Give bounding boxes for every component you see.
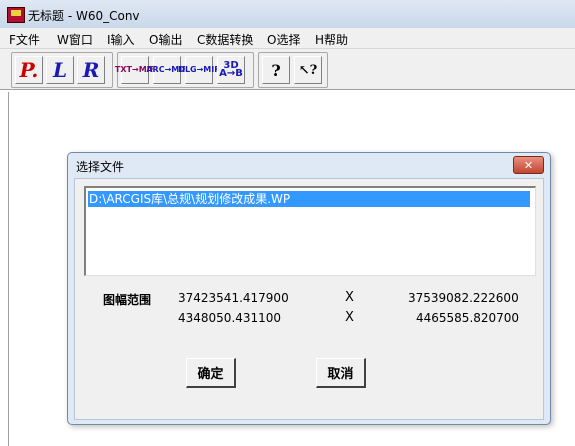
dlg-to-mif-button[interactable]: DLG→MIF	[178, 56, 220, 84]
range-xmin: 37423541.417900	[178, 291, 289, 305]
menu-select[interactable]: O选择	[267, 31, 300, 48]
dialog-body: D:\ARCGIS库\总规\规划修改成果.WP 图幅范围 37423541.41…	[74, 178, 544, 420]
list-item[interactable]: D:\ARCGIS库\总规\规划修改成果.WP	[88, 191, 530, 207]
window-title: 无标题 - W60_Conv	[28, 9, 140, 23]
range-separator: X	[345, 310, 354, 325]
toolbar-group-open: P. L R	[11, 52, 113, 88]
menu-input[interactable]: I输入	[107, 31, 135, 48]
range-xmax: 37539082.222600	[408, 291, 519, 305]
menu-bar: F文件 W窗口 I输入 O输出 C数据转换 O选择 H帮助	[0, 28, 575, 49]
toolbar-group-help: ? ↖?	[258, 52, 328, 88]
txt-to-mif-button[interactable]: TXT→MIF	[115, 56, 155, 84]
arc-to-mif-button[interactable]: ARC→MIF	[146, 56, 188, 84]
open-point-button[interactable]: P.	[15, 56, 43, 84]
cancel-button[interactable]: 取消	[316, 358, 366, 388]
3d-convert-button[interactable]: 3D A→B	[217, 56, 245, 84]
menu-file[interactable]: F文件	[9, 31, 40, 48]
open-line-button[interactable]: L	[46, 56, 74, 84]
range-separator: X	[345, 290, 354, 305]
select-file-dialog: 选择文件 ✕ D:\ARCGIS库\总规\规划修改成果.WP 图幅范围 3742…	[67, 152, 551, 425]
range-ymax: 4465585.820700	[416, 311, 520, 325]
title-bar: 无标题 - W60_Conv	[0, 0, 575, 28]
toolbar: P. L R TXT→MIF ARC→MIF DLG→MIF 3D A→B ? …	[0, 49, 575, 90]
context-help-icon[interactable]: ↖?	[294, 56, 322, 84]
help-icon[interactable]: ?	[262, 56, 290, 84]
menu-output[interactable]: O输出	[149, 31, 182, 48]
menu-convert[interactable]: C数据转换	[197, 31, 253, 48]
range-label: 图幅范围	[103, 293, 152, 307]
close-icon[interactable]: ✕	[513, 156, 544, 174]
app-icon[interactable]	[7, 7, 25, 23]
menu-help[interactable]: H帮助	[315, 31, 348, 48]
toolbar-group-convert: TXT→MIF ARC→MIF DLG→MIF 3D A→B	[115, 52, 254, 88]
dialog-title: 选择文件	[76, 160, 125, 174]
open-region-button[interactable]: R	[77, 56, 105, 84]
menu-window[interactable]: W窗口	[57, 31, 93, 48]
ok-button[interactable]: 确定	[186, 358, 236, 388]
range-ymin: 4348050.431100	[178, 311, 282, 325]
file-list[interactable]: D:\ARCGIS库\总规\规划修改成果.WP	[84, 186, 536, 276]
